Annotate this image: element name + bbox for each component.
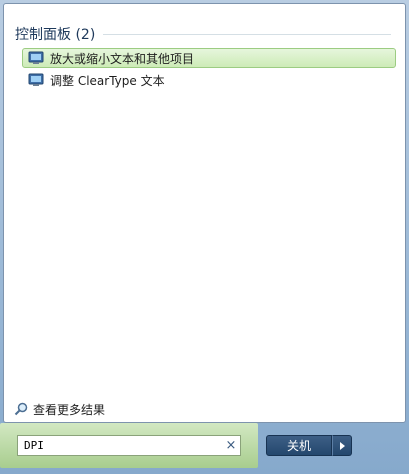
- result-item-label: 调整 ClearType 文本: [50, 73, 165, 88]
- search-input-value[interactable]: DPI: [18, 439, 222, 452]
- shutdown-group: 关机: [266, 435, 352, 456]
- search-icon: [14, 402, 28, 416]
- search-results-panel: 控制面板 (2) 放大或缩小文本和其他项目 调整 ClearType 文本 查看…: [3, 3, 406, 423]
- start-menu: 控制面板 (2) 放大或缩小文本和其他项目 调整 ClearType 文本 查看…: [0, 0, 409, 474]
- see-more-results-link[interactable]: 查看更多结果: [14, 400, 105, 418]
- control-panel-icon: [28, 73, 44, 86]
- search-bar: DPI ×: [0, 423, 258, 468]
- group-divider: [103, 33, 391, 35]
- shutdown-options-button[interactable]: [332, 435, 352, 456]
- results-group-header: 控制面板 (2): [15, 24, 391, 44]
- group-title[interactable]: 控制面板 (2): [15, 24, 95, 44]
- result-item-label: 放大或缩小文本和其他项目: [50, 51, 195, 66]
- see-more-label: 查看更多结果: [33, 402, 106, 417]
- result-item-text-size[interactable]: 放大或缩小文本和其他项目: [22, 48, 396, 68]
- clear-search-icon[interactable]: ×: [222, 438, 240, 453]
- control-panel-icon: [28, 51, 44, 64]
- triangle-right-icon: [339, 441, 345, 450]
- result-item-cleartype[interactable]: 调整 ClearType 文本: [22, 70, 396, 90]
- shutdown-button[interactable]: 关机: [266, 435, 332, 456]
- search-input[interactable]: DPI ×: [17, 435, 241, 456]
